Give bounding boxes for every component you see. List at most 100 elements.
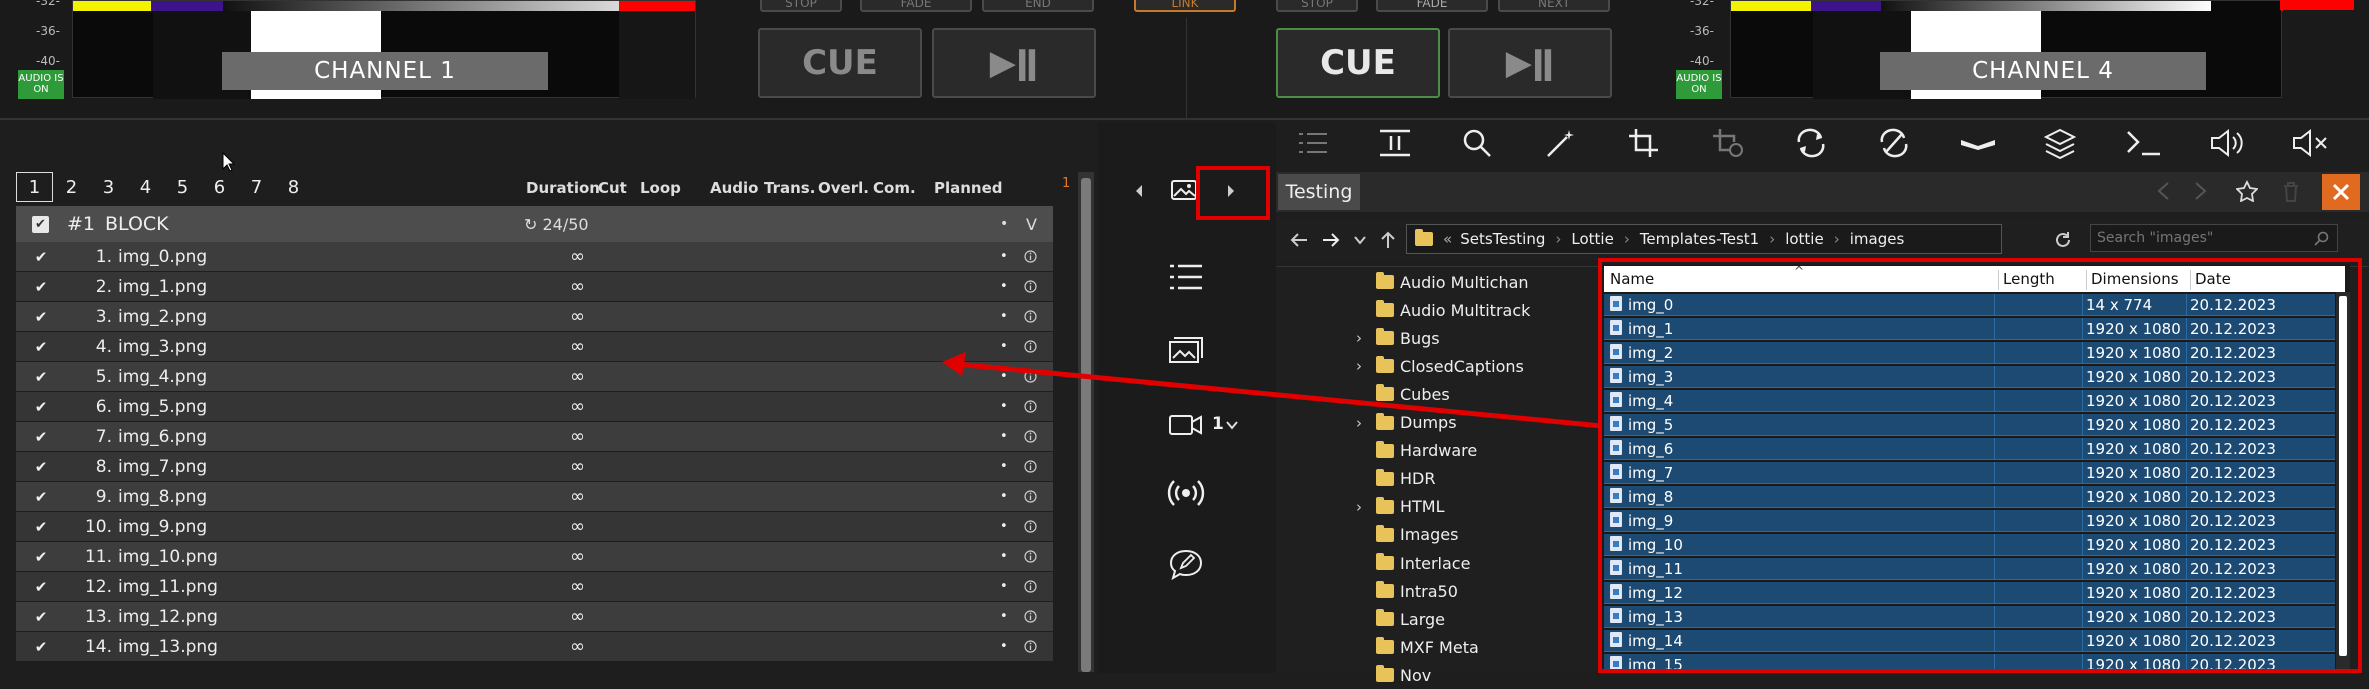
file-row[interactable]: img_2 1920 x 1080 20.12.2023 02:45:22 bbox=[1604, 342, 2335, 364]
search-icon[interactable] bbox=[2314, 231, 2329, 246]
folder-tree-item[interactable]: Interlace bbox=[1356, 549, 1470, 577]
folder-tree-item[interactable]: Images bbox=[1356, 521, 1458, 549]
folder-tree-item[interactable]: Nov bbox=[1356, 661, 1431, 689]
checkmark-icon[interactable]: ✔ bbox=[26, 398, 56, 416]
checkmark-icon[interactable]: ✔ bbox=[26, 578, 56, 596]
block-expand-icon[interactable]: V bbox=[1026, 215, 1037, 234]
breadcrumb-item[interactable]: lottie bbox=[1785, 230, 1824, 248]
info-icon[interactable] bbox=[1024, 460, 1037, 473]
cue-button-right[interactable]: CUE bbox=[1276, 28, 1440, 98]
block-checkbox[interactable]: ✔ bbox=[32, 215, 49, 233]
file-row[interactable]: img_0 14 x 774 20.12.2023 02:45:22 bbox=[1604, 294, 2335, 316]
file-row[interactable]: img_3 1920 x 1080 20.12.2023 02:45:22 bbox=[1604, 366, 2335, 388]
checkmark-icon[interactable]: ✔ bbox=[26, 428, 56, 446]
tab-4[interactable]: 4 bbox=[127, 172, 164, 202]
cue-button-left[interactable]: CUE bbox=[758, 28, 922, 98]
file-row[interactable]: img_13 1920 x 1080 20.12.2023 02:45:22 bbox=[1604, 606, 2335, 628]
checkmark-icon[interactable]: ✔ bbox=[26, 638, 56, 656]
file-row[interactable]: img_14 1920 x 1080 20.12.2023 02:45:22 bbox=[1604, 630, 2335, 652]
playlist-row[interactable]: ✔ 9. img_8.png ∞ • bbox=[16, 482, 1053, 511]
expand-chevron-icon[interactable]: › bbox=[1356, 498, 1370, 516]
tab-2[interactable]: 2 bbox=[53, 172, 90, 202]
file-row[interactable]: img_11 1920 x 1080 20.12.2023 02:45:22 bbox=[1604, 558, 2335, 580]
checkmark-icon[interactable]: ✔ bbox=[26, 278, 56, 296]
refresh-icon[interactable] bbox=[2054, 231, 2072, 249]
end-button[interactable]: END bbox=[982, 0, 1094, 12]
playlist-row[interactable]: ✔ 6. img_5.png ∞ • bbox=[16, 392, 1053, 421]
pause-list-icon[interactable] bbox=[1378, 128, 1412, 158]
folder-tree-item[interactable]: › HTML bbox=[1356, 493, 1445, 521]
folder-tree-item[interactable]: MXF Meta bbox=[1356, 633, 1479, 661]
zoom-icon[interactable] bbox=[1462, 128, 1492, 158]
playlist-row[interactable]: ✔ 3. img_2.png ∞ • bbox=[16, 302, 1053, 331]
column-header-cut[interactable]: Cut bbox=[598, 179, 627, 197]
file-list-scrollbar-thumb[interactable] bbox=[2339, 296, 2347, 656]
checkmark-icon[interactable]: ✔ bbox=[26, 338, 56, 356]
no-loop-icon[interactable] bbox=[1878, 128, 1910, 158]
info-icon[interactable] bbox=[1024, 520, 1037, 533]
folder-tree-item[interactable]: Hardware bbox=[1356, 437, 1477, 465]
tab-6[interactable]: 6 bbox=[201, 172, 238, 202]
sort-ascending-icon[interactable]: ^ bbox=[1794, 264, 1804, 278]
up-icon[interactable] bbox=[1380, 231, 1396, 249]
column-header-length[interactable]: Length bbox=[1998, 270, 2055, 290]
browser-title-tab[interactable]: Testing bbox=[1278, 174, 1360, 210]
trash-icon[interactable] bbox=[2282, 181, 2300, 203]
column-header-name[interactable]: Name bbox=[1610, 270, 1654, 288]
tab-1[interactable]: 1 bbox=[16, 172, 53, 202]
search-box[interactable] bbox=[2090, 224, 2338, 252]
file-row[interactable]: img_4 1920 x 1080 20.12.2023 02:45:22 bbox=[1604, 390, 2335, 412]
info-icon[interactable] bbox=[1024, 610, 1037, 623]
file-row[interactable]: img_1 1920 x 1080 20.12.2023 02:45:22 bbox=[1604, 318, 2335, 340]
loop-icon[interactable] bbox=[1795, 128, 1827, 158]
chevron-left-icon[interactable] bbox=[1134, 184, 1144, 198]
checkmark-icon[interactable]: ✔ bbox=[26, 248, 56, 266]
link-button[interactable]: LINK bbox=[1134, 0, 1236, 12]
playlist-row[interactable]: ✔ 14. img_13.png ∞ • bbox=[16, 632, 1053, 661]
playlist-row[interactable]: ✔ 2. img_1.png ∞ • bbox=[16, 272, 1053, 301]
history-dropdown-icon[interactable] bbox=[1354, 235, 1366, 245]
breadcrumb-item[interactable]: SetsTesting bbox=[1460, 230, 1545, 248]
playlist-row[interactable]: ✔ 7. img_6.png ∞ • bbox=[16, 422, 1053, 451]
checkmark-icon[interactable]: ✔ bbox=[26, 608, 56, 626]
file-list-scrollbar[interactable] bbox=[2336, 292, 2350, 673]
playlist-row[interactable]: ✔ 12. img_11.png ∞ • bbox=[16, 572, 1053, 601]
block-row[interactable]: ✔ #1 BLOCK ↻ 24/50 • V bbox=[16, 206, 1053, 242]
breadcrumb-item[interactable]: Lottie bbox=[1571, 230, 1613, 248]
layers-icon[interactable] bbox=[2044, 128, 2076, 160]
forward-icon[interactable] bbox=[1322, 232, 1340, 248]
checkmark-icon[interactable]: ✔ bbox=[26, 368, 56, 386]
playlist-row[interactable]: ✔ 1. img_0.png ∞ • bbox=[16, 242, 1053, 271]
play-pause-button-right[interactable]: ▶ǁ bbox=[1448, 28, 1612, 98]
play-pause-button-left[interactable]: ▶ǁ bbox=[932, 28, 1096, 98]
star-icon[interactable] bbox=[2236, 180, 2258, 202]
checkmark-icon[interactable]: ✔ bbox=[26, 488, 56, 506]
info-icon[interactable] bbox=[1024, 250, 1037, 263]
folder-tree-item[interactable]: HDR bbox=[1356, 465, 1435, 493]
crop-icon[interactable] bbox=[1628, 128, 1660, 158]
fade-button[interactable]: FADE bbox=[1376, 0, 1488, 12]
tab-8[interactable]: 8 bbox=[275, 172, 312, 202]
column-header-overl[interactable]: Overl. bbox=[818, 179, 869, 197]
playlist-row[interactable]: ✔ 13. img_12.png ∞ • bbox=[16, 602, 1053, 631]
close-button[interactable] bbox=[2322, 174, 2360, 210]
column-header-planned[interactable]: Planned bbox=[934, 179, 1003, 197]
info-icon[interactable] bbox=[1024, 580, 1037, 593]
playlist-row[interactable]: ✔ 8. img_7.png ∞ • bbox=[16, 452, 1053, 481]
folder-tree-item[interactable]: Large bbox=[1356, 605, 1445, 633]
breadcrumb-prefix[interactable]: « bbox=[1443, 230, 1452, 248]
breadcrumb-item[interactable]: Templates-Test1 bbox=[1640, 230, 1759, 248]
file-row[interactable]: img_10 1920 x 1080 20.12.2023 02:45:22 bbox=[1604, 534, 2335, 556]
info-icon[interactable] bbox=[1024, 310, 1037, 323]
fade-button[interactable]: FADE bbox=[860, 0, 972, 12]
folder-tree-item[interactable]: Audio Multitrack bbox=[1356, 296, 1530, 324]
checkmark-icon[interactable]: ✔ bbox=[26, 308, 56, 326]
volume-icon[interactable] bbox=[2210, 128, 2246, 158]
address-bar[interactable]: « SetsTesting › Lottie › Templates-Test1 › … bbox=[1406, 224, 2002, 254]
mute-icon[interactable] bbox=[2292, 128, 2328, 158]
folder-tree-item[interactable]: › Bugs bbox=[1356, 324, 1440, 352]
info-icon[interactable] bbox=[1024, 430, 1037, 443]
playlist-row[interactable]: ✔ 10. img_9.png ∞ • bbox=[16, 512, 1053, 541]
tab-7[interactable]: 7 bbox=[238, 172, 275, 202]
folder-tree-item[interactable]: Intra50 bbox=[1356, 577, 1458, 605]
